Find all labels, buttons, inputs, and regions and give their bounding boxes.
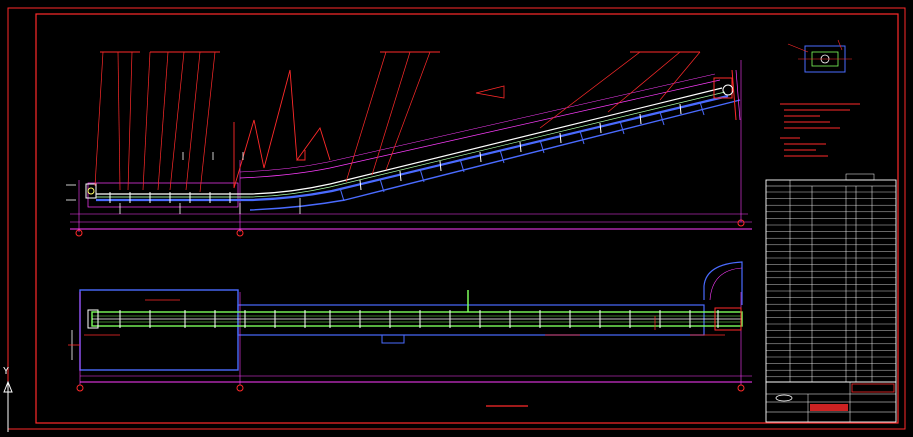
ucs-axis-icon: Y (3, 366, 13, 432)
axis-y-label: Y (3, 366, 9, 377)
title-block-highlight (851, 383, 895, 393)
direction-arrow (475, 85, 505, 99)
detail-view (787, 39, 852, 73)
parts-table (765, 173, 897, 383)
technical-notes (780, 103, 860, 157)
cad-drawing-canvas[interactable]: Y (0, 0, 913, 437)
plan-view (68, 261, 752, 407)
elevation-view (66, 51, 752, 237)
company-logo (775, 394, 793, 402)
title-block (765, 381, 897, 423)
